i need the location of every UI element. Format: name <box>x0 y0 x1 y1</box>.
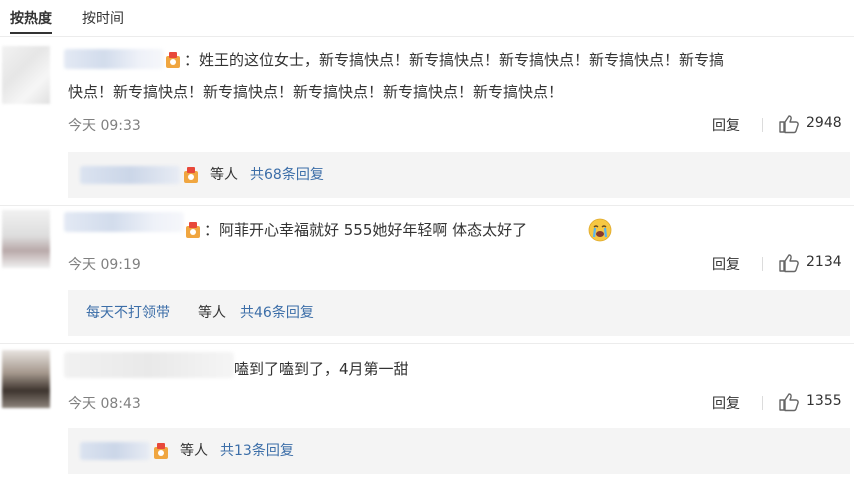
avatar[interactable] <box>2 210 50 268</box>
comment-text-line-1: ：姓王的这位女士，新专搞快点！新专搞快点！新专搞快点！新专搞快点！新专搞 <box>184 51 725 69</box>
fan-badge-icon <box>154 443 168 459</box>
sub-replies-box[interactable]: 等人 共68条回复 <box>68 152 850 198</box>
sort-tabs: 按热度 按时间 <box>10 8 124 34</box>
crying-emoji-icon <box>588 218 612 242</box>
sub-reply-etc: 等人 <box>210 167 238 183</box>
username[interactable] <box>64 212 184 232</box>
fan-badge-icon <box>184 167 198 183</box>
divider <box>0 343 854 344</box>
avatar[interactable] <box>2 46 50 104</box>
sub-reply-username[interactable] <box>80 442 150 460</box>
username[interactable] <box>64 49 164 69</box>
reply-button[interactable]: 回复 <box>712 254 740 274</box>
view-replies-link[interactable]: 共13条回复 <box>220 441 294 461</box>
separator <box>762 118 763 132</box>
thumbs-up-icon[interactable] <box>778 392 800 412</box>
sub-replies-box[interactable]: 每天不打领带 等人 共46条回复 <box>68 290 850 336</box>
sub-replies-box[interactable]: 等人 共13条回复 <box>68 428 850 474</box>
like-count: 1355 <box>806 393 842 409</box>
view-replies-link[interactable]: 共46条回复 <box>240 303 314 323</box>
avatar[interactable] <box>2 350 50 408</box>
sort-by-time-tab[interactable]: 按时间 <box>82 8 124 32</box>
like-count: 2134 <box>806 254 842 270</box>
sub-reply-etc: 等人 <box>198 305 226 321</box>
fan-badge-icon <box>186 222 200 238</box>
thumbs-up-icon[interactable] <box>778 114 800 134</box>
sub-reply-etc: 等人 <box>180 443 208 459</box>
separator <box>762 396 763 410</box>
thumbs-up-icon[interactable] <box>778 253 800 273</box>
divider <box>0 205 854 206</box>
divider <box>0 36 854 37</box>
reply-button[interactable]: 回复 <box>712 115 740 135</box>
separator <box>762 257 763 271</box>
username[interactable] <box>64 352 234 378</box>
comment-text: 嗑到了嗑到了，4月第一甜 <box>234 360 409 378</box>
reply-button[interactable]: 回复 <box>712 393 740 413</box>
comment-time: 今天 09:33 <box>68 118 141 134</box>
like-count: 2948 <box>806 115 842 131</box>
sort-by-hot-tab[interactable]: 按热度 <box>10 8 52 34</box>
comment-text: ：阿菲开心幸福就好 555她好年轻啊 体态太好了 <box>204 221 528 239</box>
fan-badge-icon <box>166 52 180 68</box>
comment-time: 今天 08:43 <box>68 396 141 412</box>
comment-text-line-2: 快点！新专搞快点！新专搞快点！新专搞快点！新专搞快点！新专搞快点！ <box>68 83 564 101</box>
view-replies-link[interactable]: 共68条回复 <box>250 165 324 185</box>
comment-time: 今天 09:19 <box>68 257 141 273</box>
sub-reply-username[interactable] <box>80 166 180 184</box>
sub-reply-username[interactable]: 每天不打领带 <box>86 303 170 323</box>
